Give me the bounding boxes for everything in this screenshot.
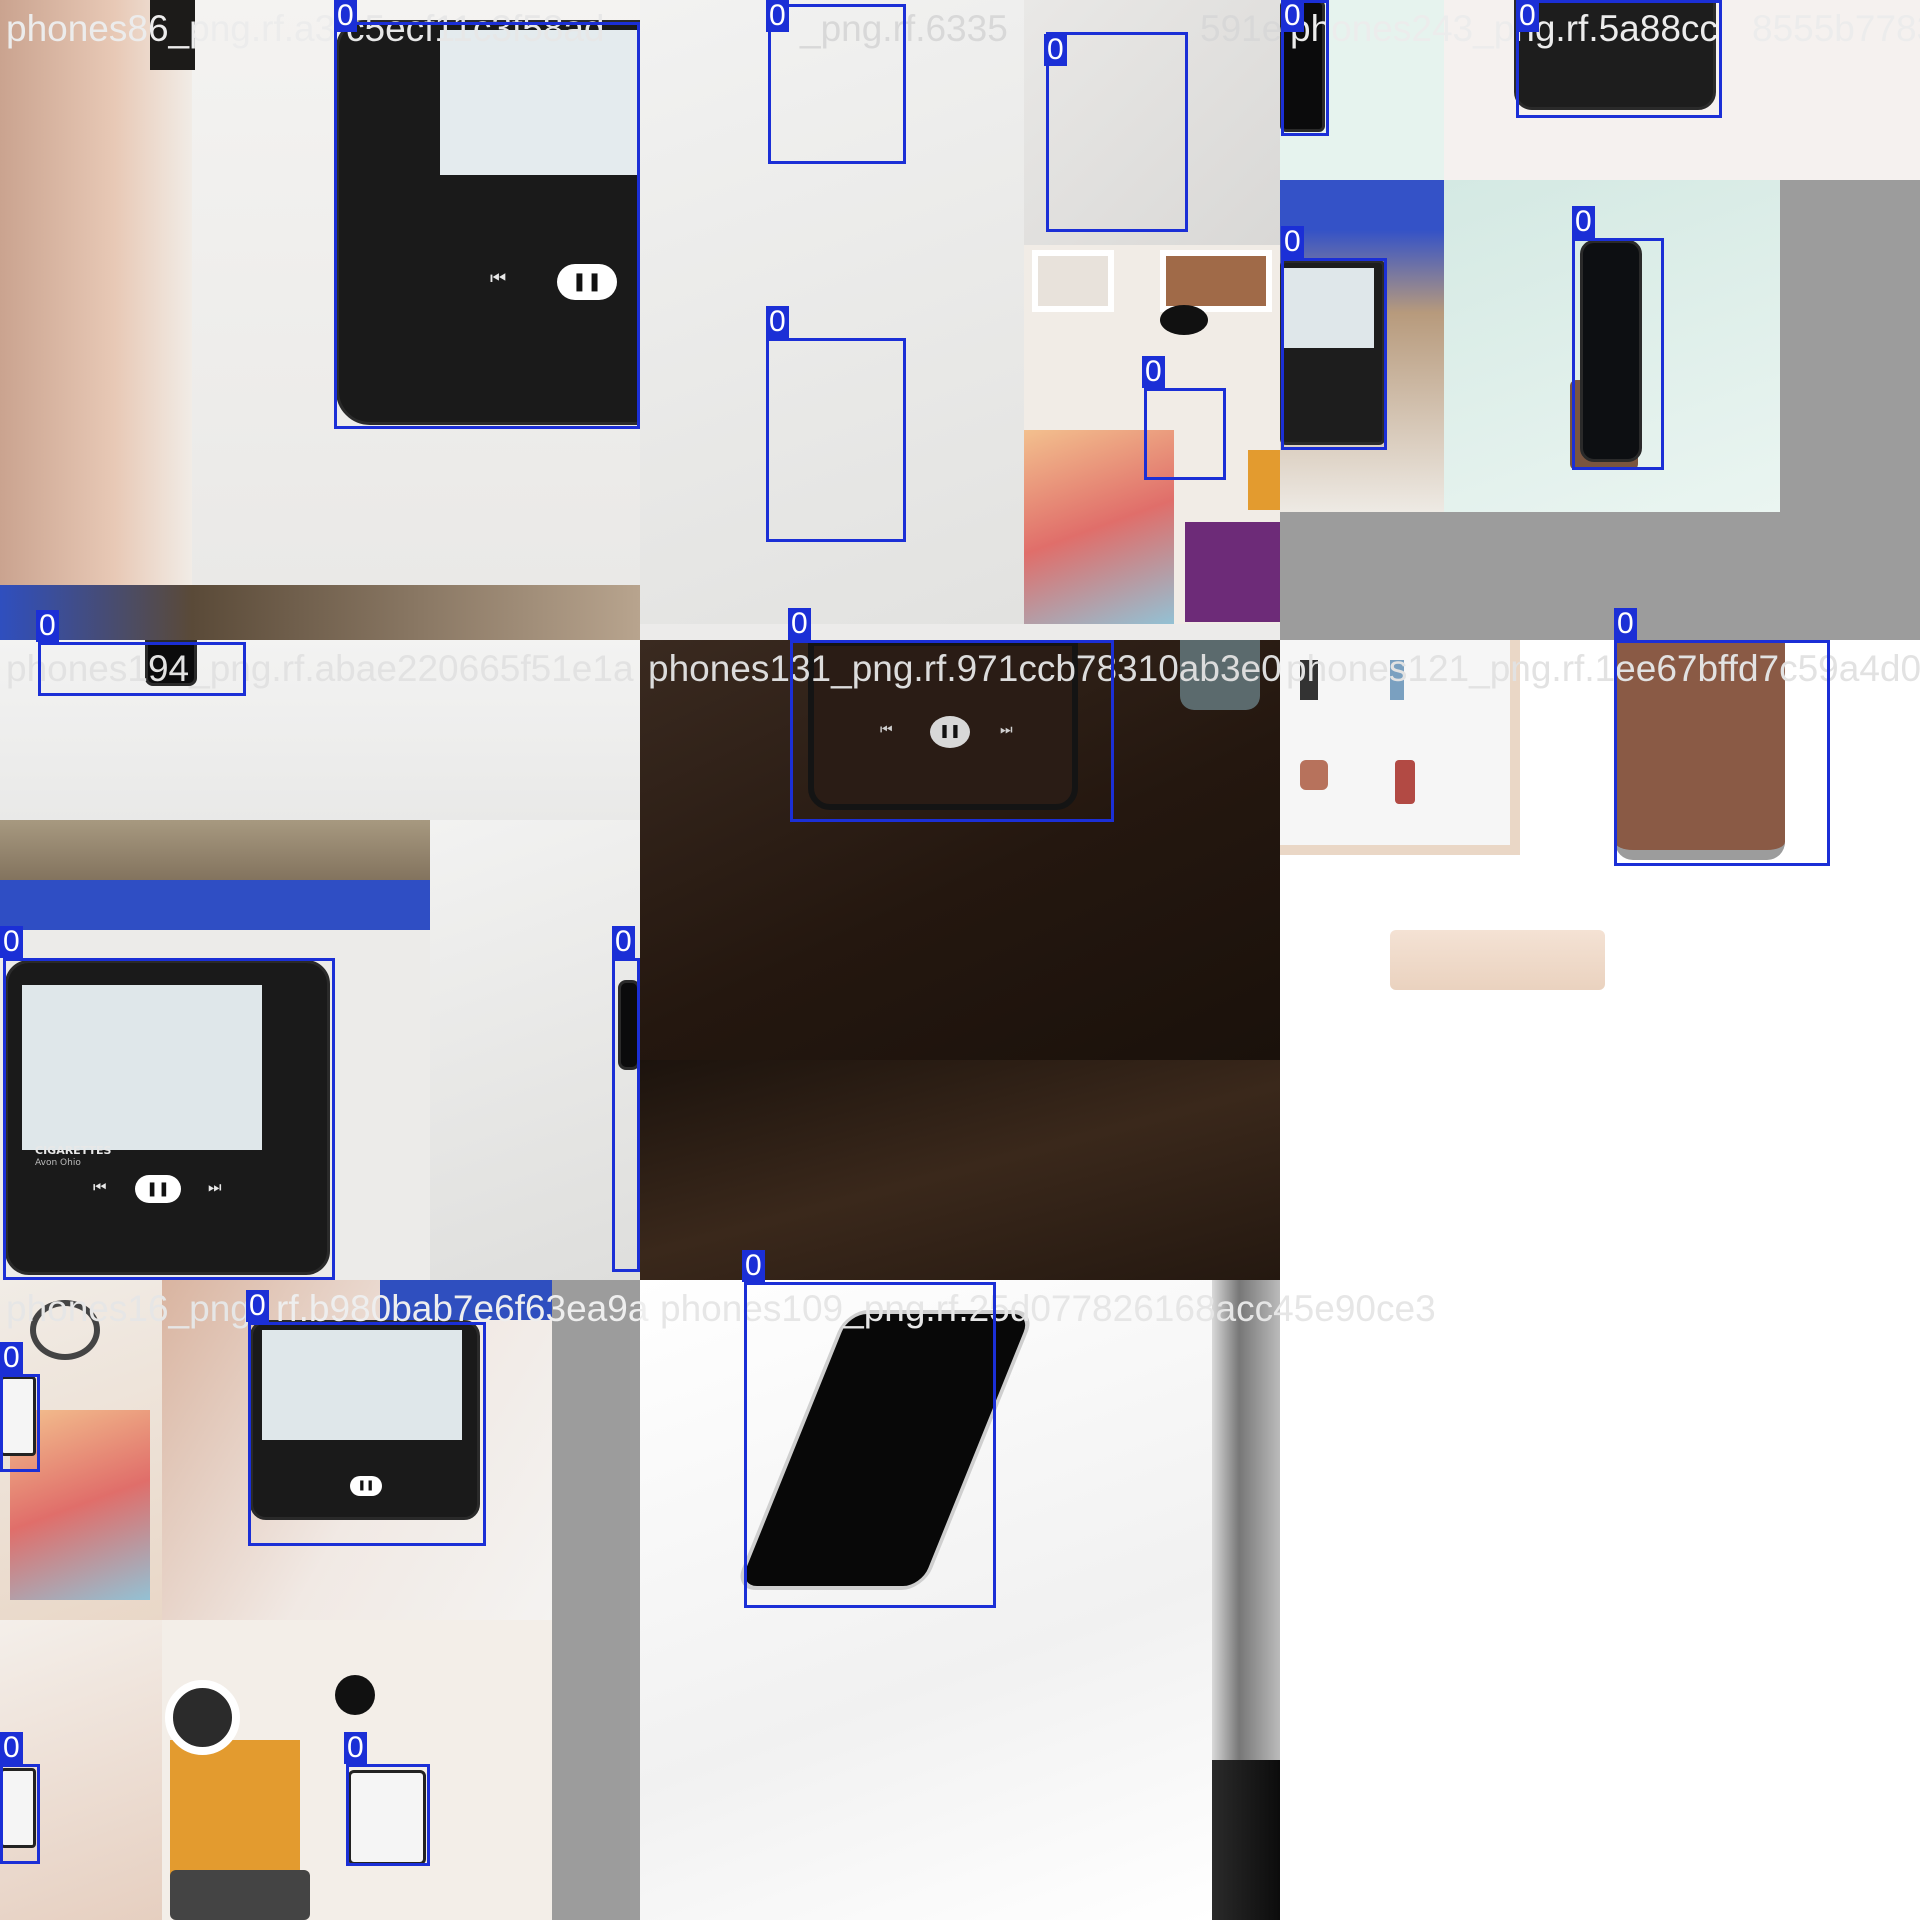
camera [170,1870,310,1920]
blue-bag [0,880,430,930]
detection-box [1572,238,1664,470]
tablet-product-3 [1300,760,1328,790]
class-label: 0 [344,1732,367,1764]
polaroid-2 [1160,250,1272,312]
skin-region [0,0,192,585]
class-label: 0 [0,1732,23,1764]
detection-box [1046,32,1188,232]
detection-box [766,338,906,542]
class-label: 0 [1614,608,1637,640]
book-cover [1185,522,1280,622]
class-label: 0 [36,610,59,642]
gray-edge [1212,1280,1280,1760]
bottom-strip [0,585,640,640]
class-label: 0 [1572,206,1595,238]
detection-box [38,642,246,696]
tile-caption: phones86_png.rf.a3 [6,8,336,49]
class-label: 0 [246,1290,269,1322]
class-label: 0 [1142,356,1165,388]
detection-box [1281,258,1387,450]
detection-box [0,1374,40,1472]
tile-caption: phones16_png [6,1288,251,1329]
tile-caption: 591e [1200,8,1283,49]
mosaic-canvas: ❚❚ ⏮ CIGARETTES Avon Ohio ❚❚ ⏮ ⏭ ❚❚ ⏮ ⏭ … [0,0,1920,1920]
detection-box [0,1764,40,1864]
sticker-black [1160,305,1208,335]
class-label: 0 [0,926,23,958]
tablet-product-4 [1395,760,1415,804]
detection-box [3,958,335,1280]
polaroid-1 [1032,250,1114,312]
detection-box [612,958,640,1272]
class-label: 0 [766,0,789,32]
class-label: 0 [1044,34,1067,66]
class-label: 0 [1281,226,1304,258]
class-label: 0 [788,608,811,640]
tile-empty [1280,1280,1920,1920]
class-label: 0 [334,0,357,32]
class-label: 0 [0,1342,23,1374]
detection-box [1614,640,1830,866]
detection-box [334,22,640,429]
class-label: 0 [766,306,789,338]
class-label: 0 [1516,0,1539,32]
detection-box [248,1322,486,1546]
wood-lower [640,1060,1280,1280]
orange-cup [1248,450,1280,510]
coffee-cup [165,1680,240,1755]
detection-box [744,1282,996,1608]
class-label: 0 [612,926,635,958]
detection-box [346,1764,430,1866]
detection-box [1516,0,1722,118]
orange-notebook [170,1740,300,1890]
detection-box [1144,388,1226,480]
detection-box [790,640,1114,822]
usb-hub [1390,930,1605,990]
black-edge [1212,1760,1280,1920]
sticker-black [335,1675,375,1715]
sheet-right [430,820,640,1280]
detection-box [768,4,906,164]
class-label: 0 [1281,0,1304,32]
class-label: 0 [742,1250,765,1282]
tile-caption: 8555b7783f [1752,8,1920,49]
